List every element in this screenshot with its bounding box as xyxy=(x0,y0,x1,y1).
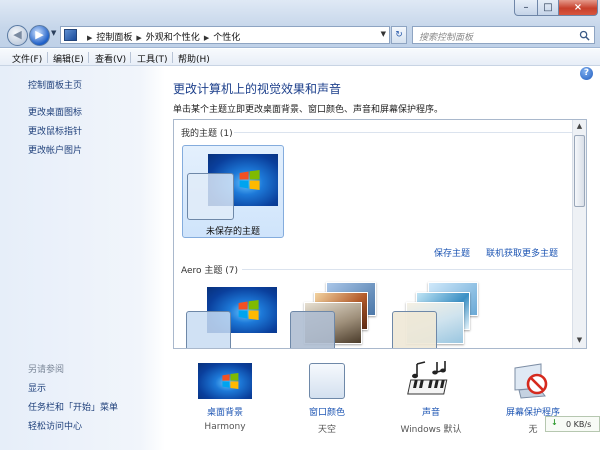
window-color-setting[interactable]: 窗口颜色 天空 xyxy=(282,360,372,440)
group-divider xyxy=(242,269,574,270)
back-button[interactable]: ◀ xyxy=(7,25,28,46)
page-title: 更改计算机上的视觉效果和声音 xyxy=(173,82,342,96)
breadcrumb: ▶ 控制面板 ▶ 外观和个性化 ▶ 个性化 xyxy=(83,30,240,43)
see-also-heading: 另请参阅 xyxy=(28,365,65,375)
refresh-button[interactable]: ↻ xyxy=(391,26,407,44)
menu-help[interactable]: 帮助(H) xyxy=(178,52,210,65)
close-icon: × xyxy=(573,2,583,13)
get-more-themes-link[interactable]: 联机获取更多主题 xyxy=(486,246,558,259)
desktop-background-setting[interactable]: 桌面背景 Harmony xyxy=(180,360,270,440)
refresh-icon: ↻ xyxy=(395,30,403,40)
desktop-background-label[interactable]: 桌面背景 xyxy=(180,405,270,418)
theme-gallery: 我的主题 (1) 未保存的主题 保存主题 联机获取更多主题 Aero 主题 (7… xyxy=(173,119,587,349)
minimize-button[interactable]: – xyxy=(514,0,538,16)
help-icon[interactable]: ? xyxy=(580,67,593,80)
window-color-swatch xyxy=(392,311,437,348)
sounds-setting[interactable]: 声音 Windows 默认 xyxy=(386,360,476,440)
windows-logo-icon xyxy=(222,373,239,389)
window-titlebar: – □ × ◀ ▶ ▼ ▶ 控制面板 ▶ 外观和个性化 ▶ 个性化 ▼ ↻ 搜索控制面板 xyxy=(0,0,600,48)
menu-bar: 文件(F) 编辑(E) 查看(V) 工具(T) 帮助(H) xyxy=(0,49,600,66)
windows-logo-icon xyxy=(238,300,259,320)
screen-saver-icon xyxy=(514,363,548,399)
maximize-button[interactable]: □ xyxy=(537,0,559,16)
breadcrumb-item-control-panel[interactable]: 控制面板 xyxy=(96,33,132,43)
aero-themes-header: Aero 主题 (7) xyxy=(181,266,239,276)
recent-pages-dropdown[interactable]: ▼ xyxy=(51,29,56,37)
close-button[interactable]: × xyxy=(558,0,598,16)
breadcrumb-separator[interactable]: ▶ xyxy=(204,34,209,42)
forward-button[interactable]: ▶ xyxy=(29,25,50,46)
breadcrumb-item-personalization[interactable]: 个性化 xyxy=(213,33,240,43)
sounds-icon xyxy=(407,361,448,395)
ease-of-access-link[interactable]: 轻松访问中心 xyxy=(28,419,82,432)
theme-aero-windows7[interactable] xyxy=(182,283,282,348)
group-divider xyxy=(234,132,574,133)
theme-aero-architecture[interactable] xyxy=(286,278,386,348)
address-bar[interactable]: ▶ 控制面板 ▶ 外观和个性化 ▶ 个性化 ▼ xyxy=(60,26,390,44)
window-color-swatch xyxy=(290,311,335,348)
breadcrumb-separator[interactable]: ▶ xyxy=(136,34,141,42)
menu-separator xyxy=(88,52,89,63)
my-themes-header: 我的主题 (1) xyxy=(181,129,233,139)
display-link[interactable]: 显示 xyxy=(28,381,46,394)
taskbar-start-menu-link[interactable]: 任务栏和「开始」菜单 xyxy=(28,400,118,413)
window-color-swatch xyxy=(186,311,231,348)
theme-label: 未保存的主题 xyxy=(205,227,260,237)
network-speed-value: 0 KB/s xyxy=(566,420,592,429)
menu-separator xyxy=(47,52,48,63)
window-color-icon xyxy=(309,363,345,399)
menu-file[interactable]: 文件(F) xyxy=(12,52,42,65)
control-panel-home-link[interactable]: 控制面板主页 xyxy=(28,78,82,91)
address-dropdown-icon[interactable]: ▼ xyxy=(381,30,386,38)
task-pane: 控制面板主页 更改桌面图标 更改鼠标指针 更改帐户图片 另请参阅 显示 任务栏和… xyxy=(0,66,165,450)
sounds-value: Windows 默认 xyxy=(400,425,462,435)
change-desktop-icons-link[interactable]: 更改桌面图标 xyxy=(28,105,82,118)
breadcrumb-separator: ▶ xyxy=(87,34,93,42)
menu-separator xyxy=(130,52,131,63)
network-speed-widget: ↓ 0 KB/s xyxy=(545,416,600,432)
theme-aero-characters[interactable] xyxy=(388,278,488,348)
page-subtitle: 单击某个主题立即更改桌面背景、窗口颜色、声音和屏幕保护程序。 xyxy=(173,105,444,115)
menu-tools[interactable]: 工具(T) xyxy=(137,52,168,65)
windows-logo-icon xyxy=(239,170,260,190)
breadcrumb-item-appearance[interactable]: 外观和个性化 xyxy=(146,33,200,43)
menu-view[interactable]: 查看(V) xyxy=(95,52,126,65)
theme-unsaved[interactable]: 未保存的主题 xyxy=(182,145,284,238)
arrow-right-icon: ▶ xyxy=(35,28,44,41)
save-theme-link[interactable]: 保存主题 xyxy=(434,246,470,259)
scroll-up-icon[interactable]: ▲ xyxy=(573,120,586,133)
menu-separator xyxy=(172,52,173,63)
desktop-background-value: Harmony xyxy=(204,422,246,432)
change-account-picture-link[interactable]: 更改帐户图片 xyxy=(28,143,82,156)
download-arrow-icon: ↓ xyxy=(551,418,558,427)
search-placeholder: 搜索控制面板 xyxy=(419,33,474,43)
arrow-left-icon: ◀ xyxy=(13,28,22,41)
minimize-icon: – xyxy=(523,2,529,13)
window-color-swatch xyxy=(187,173,234,220)
window-color-label[interactable]: 窗口颜色 xyxy=(282,405,372,418)
window-color-value: 天空 xyxy=(317,425,336,435)
sounds-label[interactable]: 声音 xyxy=(386,405,476,418)
scroll-down-icon[interactable]: ▼ xyxy=(573,334,586,347)
desktop-background-icon xyxy=(198,363,252,399)
change-mouse-pointers-link[interactable]: 更改鼠标指针 xyxy=(28,124,82,137)
search-icon[interactable] xyxy=(579,30,590,41)
maximize-icon: □ xyxy=(543,2,553,13)
scrollbar-thumb[interactable] xyxy=(574,135,585,207)
search-input[interactable]: 搜索控制面板 xyxy=(412,26,595,44)
control-panel-icon xyxy=(64,29,77,41)
theme-gallery-scrollbar[interactable]: ▲ ▼ xyxy=(572,120,586,348)
menu-edit[interactable]: 编辑(E) xyxy=(53,52,84,65)
